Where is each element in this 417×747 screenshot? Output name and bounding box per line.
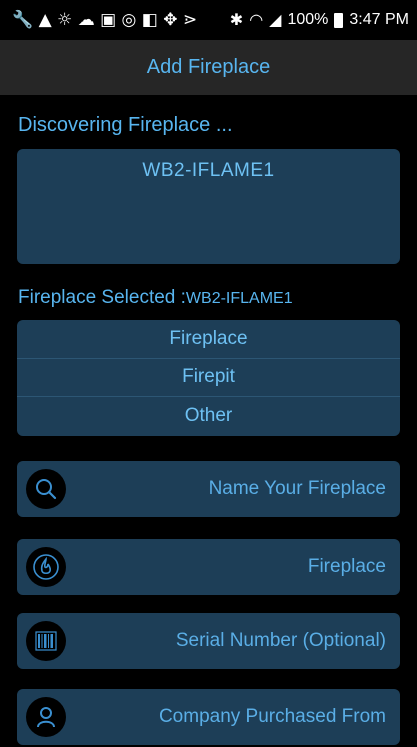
company-purchased-field[interactable]: Company Purchased From	[17, 689, 400, 745]
status-bar: 🔧 ▲ ☼ ☁ ▣ ◎ ◧ ✥ ⋗ ✱ ◠ ◢ 100% 3:47 PM	[0, 0, 417, 40]
discovering-label: Discovering Fireplace ...	[18, 114, 233, 136]
type-option-other[interactable]: Other	[17, 397, 400, 436]
discovered-devices-list: WB2-IFLAME1	[17, 149, 400, 264]
notification-icons-row: 🔧 ▲ ☼ ☁ ▣ ◎ ◧ ✥ ⋗	[12, 10, 198, 30]
wifi-icon: ◠	[249, 12, 264, 29]
selected-fireplace-label: Fireplace Selected :WB2-IFLAME1	[18, 287, 293, 309]
signal-icon: ◢	[269, 12, 282, 29]
type-option-firepit[interactable]: Firepit	[17, 359, 400, 398]
fireplace-type-value: Fireplace	[307, 556, 386, 577]
company-purchased-placeholder: Company Purchased From	[158, 706, 386, 727]
selected-fireplace-value: WB2-IFLAME1	[185, 290, 293, 307]
name-fireplace-placeholder: Name Your Fireplace	[208, 478, 386, 499]
barcode-icon	[26, 621, 66, 661]
discovered-device-item[interactable]: WB2-IFLAME1	[17, 149, 400, 182]
page-title: Add Fireplace	[146, 56, 271, 78]
fireplace-type-field[interactable]: Fireplace	[17, 539, 400, 595]
app-header: Add Fireplace	[0, 40, 417, 95]
fireplace-type-list: Fireplace Firepit Other	[17, 320, 400, 436]
person-icon	[26, 697, 66, 737]
bluetooth-icon: ✱	[229, 12, 244, 29]
selected-label-text: Fireplace Selected :	[18, 287, 186, 308]
search-icon	[26, 469, 66, 509]
flame-icon	[26, 547, 66, 587]
name-fireplace-field[interactable]: Name Your Fireplace	[17, 461, 400, 517]
type-option-fireplace[interactable]: Fireplace	[17, 320, 400, 359]
serial-number-field[interactable]: Serial Number (Optional)	[17, 613, 400, 669]
serial-number-placeholder: Serial Number (Optional)	[175, 630, 386, 651]
status-time: 3:47 PM	[349, 11, 409, 28]
battery-percent: 100%	[287, 11, 329, 28]
system-status: ✱ ◠ ◢ 100% 3:47 PM	[230, 10, 409, 30]
notification-icons: 🔧 ▲ ☼ ☁ ▣ ◎ ◧ ✥ ⋗	[12, 10, 197, 30]
battery-icon	[334, 12, 344, 28]
